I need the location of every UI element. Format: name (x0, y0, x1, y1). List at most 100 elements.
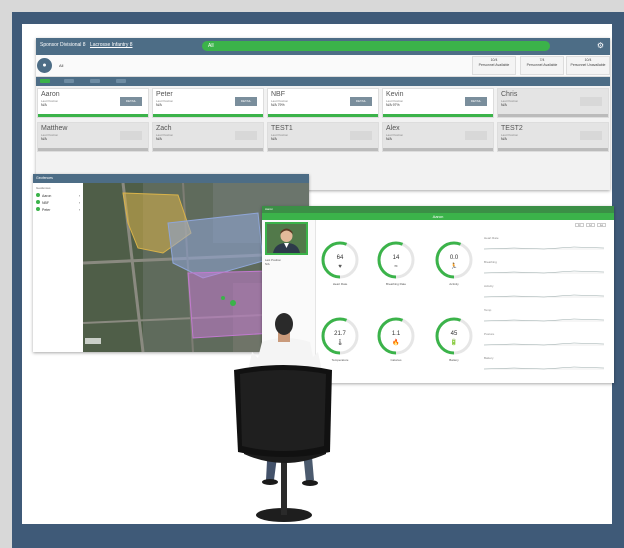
vital-gauge[interactable]: 64 ♥ (320, 240, 360, 280)
status-bar[interactable]: All (202, 41, 550, 51)
detail-button[interactable]: DETAIL (465, 131, 487, 140)
person-header: Aaron (262, 213, 614, 220)
filter-chip[interactable] (90, 79, 100, 83)
personnel-card[interactable]: Kevin Last Position N/A 97% DETAIL (382, 88, 494, 118)
seated-person-illustration (234, 313, 332, 522)
menu-icon[interactable]: ● (37, 58, 52, 73)
filter-chip[interactable] (64, 79, 74, 83)
gauge-icon: ≈ (394, 264, 398, 270)
person-photo (265, 222, 308, 255)
chevron-right-icon: › (78, 200, 80, 205)
trend-chart[interactable] (484, 289, 604, 301)
gauge-label: Breathing Rate (385, 282, 406, 286)
gauge-icon: 🏃 (450, 262, 457, 270)
gauge-label: Activity (449, 282, 459, 286)
map-section-title: Geofences (36, 186, 51, 190)
stat-box: 10/4 Personnel Unavailable (566, 56, 610, 75)
trend-chart[interactable] (484, 313, 604, 325)
vital-gauge[interactable]: 1.1🔥 (376, 316, 416, 356)
status-line (383, 148, 493, 151)
chart-title: Activity (484, 284, 494, 288)
gauge-value: 0.0 (450, 255, 459, 261)
personnel-card[interactable]: TEST2 Last Position N/A DETAIL (497, 122, 609, 152)
status-dot-icon (36, 207, 40, 211)
personnel-card[interactable]: Aaron Last Position N/A DETAIL (37, 88, 149, 118)
chart-title: Temp (484, 308, 492, 312)
personnel-card[interactable]: NBF Last Position N/A 79% DETAIL (267, 88, 379, 118)
personnel-card[interactable]: TEST1 Last Position N/A DETAIL (267, 122, 379, 152)
status-line (268, 148, 378, 151)
trend-chart[interactable] (484, 241, 604, 253)
personnel-card[interactable]: Matthew Last Position N/A DETAIL (37, 122, 149, 152)
detail-button[interactable]: DETAIL (580, 131, 602, 140)
status-line (498, 114, 608, 117)
dashboard-window: Sponsor Divisional 8 Lacrosse Infantry 8… (36, 38, 610, 190)
range-button[interactable]: 1d (586, 223, 595, 227)
map-header: Geofences (33, 174, 309, 183)
status-dot-icon (36, 193, 40, 197)
vital-gauge[interactable]: 0.0🏃 (434, 240, 474, 280)
detail-button[interactable]: DETAIL (350, 131, 372, 140)
range-button[interactable]: 1h (575, 223, 584, 227)
person-window-title: Aaron (262, 206, 614, 213)
trend-chart[interactable] (484, 361, 604, 373)
range-button[interactable]: 1w (597, 223, 606, 227)
gauge-value: 14 (393, 255, 400, 261)
chart-title: Battery (484, 356, 494, 360)
person-info: Last Position N/A (265, 258, 282, 266)
filter-row: ● All 10/4 Personnel Available 7/4 Perso… (36, 55, 610, 77)
gauge-value: 64 (337, 255, 344, 261)
avatar-icon (267, 224, 306, 253)
status-line (38, 148, 148, 151)
personnel-card[interactable]: Zach Last Position N/A DETAIL (152, 122, 264, 152)
detail-button[interactable]: DETAIL (465, 97, 487, 106)
gauge-icon: ♥ (338, 264, 342, 270)
detail-button[interactable]: DETAIL (235, 97, 257, 106)
gauge-icon: 🔥 (392, 338, 399, 346)
chevron-right-icon: › (78, 207, 80, 212)
trend-chart[interactable] (484, 337, 604, 349)
gauge-label: Heart Rate (332, 282, 348, 286)
gauge-value: 1.1 (392, 331, 401, 337)
status-line (498, 148, 608, 151)
chevron-right-icon: › (78, 193, 80, 198)
range-buttons: 1h 1d 1w (575, 223, 606, 227)
map-list-item[interactable]: Aaron › (36, 193, 80, 198)
personnel-card[interactable]: Alex Last Position N/A DETAIL (382, 122, 494, 152)
personnel-card[interactable]: Chris Last Position N/A DETAIL (497, 88, 609, 118)
gauge-value: 45 (451, 331, 458, 337)
detail-button[interactable]: DETAIL (235, 131, 257, 140)
map-sidebar: Geofences Aaron › NBF › Peter › (33, 183, 83, 352)
map-list-item[interactable]: Peter › (36, 207, 80, 212)
filter-chip[interactable] (116, 79, 126, 83)
status-line (383, 114, 493, 117)
status-line (268, 114, 378, 117)
filter-chip[interactable] (40, 79, 50, 83)
detail-button[interactable]: DETAIL (350, 97, 372, 106)
vital-gauge[interactable]: 45🔋 (434, 316, 474, 356)
dashboard-title-link[interactable]: Lacrosse Infantry 8 (90, 42, 133, 48)
stat-box: 10/4 Personnel Available (472, 56, 516, 75)
vital-gauge[interactable]: 14 ≈ (376, 240, 416, 280)
detail-button[interactable]: DETAIL (580, 97, 602, 106)
dashboard-header: Sponsor Divisional 8 Lacrosse Infantry 8… (36, 38, 610, 55)
chart-title: Breathing (484, 260, 497, 264)
map-list-item[interactable]: NBF › (36, 200, 80, 205)
status-line (153, 114, 263, 117)
trend-chart[interactable] (484, 265, 604, 277)
dashboard-title: Sponsor Divisional 8 Lacrosse Infantry 8 (40, 42, 133, 48)
gauge-label: Battery (449, 358, 459, 362)
personnel-grid: Aaron Last Position N/A DETAIL Peter Last Pos… (36, 88, 610, 152)
status-line (153, 148, 263, 151)
filter-text: All (59, 63, 64, 68)
chart-title: Heart Rate (484, 236, 499, 240)
personnel-card[interactable]: Peter Last Position N/A DETAIL (152, 88, 264, 118)
toolbar (36, 77, 610, 86)
detail-button[interactable]: DETAIL (120, 97, 142, 106)
settings-icon[interactable]: ⚙ (597, 41, 604, 50)
stat-box: 7/4 Personnel Available (520, 56, 564, 75)
gauge-icon: 🔋 (450, 338, 457, 346)
status-line (38, 114, 148, 117)
detail-button[interactable]: DETAIL (120, 131, 142, 140)
chart-title: Posture (484, 332, 495, 336)
